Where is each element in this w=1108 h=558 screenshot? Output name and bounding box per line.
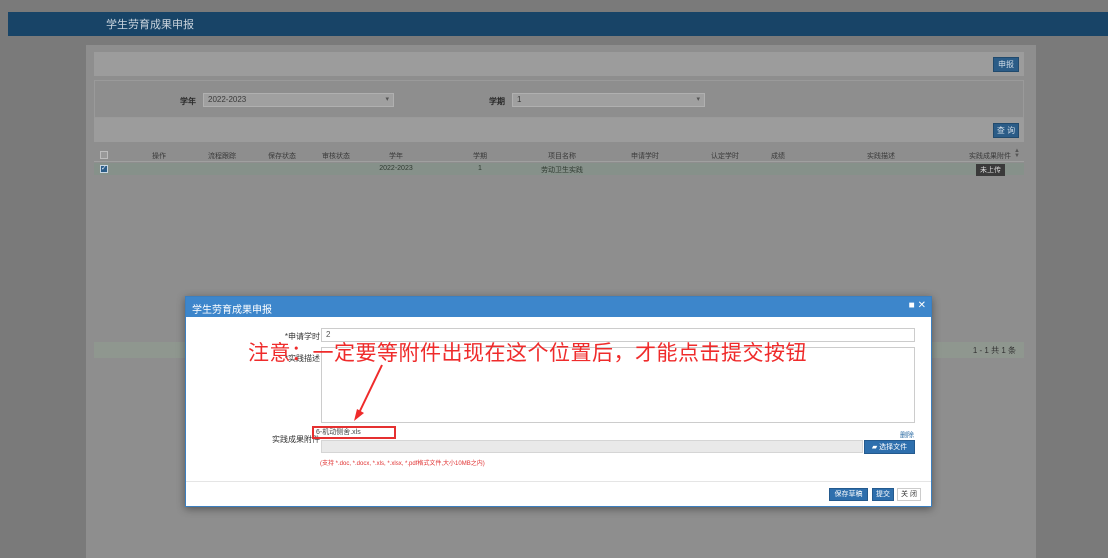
year-select-value: 2022-2023 xyxy=(208,95,247,104)
column-header: 成绩 xyxy=(771,153,785,160)
row-checkbox[interactable] xyxy=(100,164,108,173)
sort-icon[interactable]: ▲ ▼ xyxy=(1014,148,1020,159)
annotation-arrow xyxy=(354,364,383,421)
column-header: 项目名称 xyxy=(548,153,576,160)
chevron-down-icon: ▾ xyxy=(385,96,389,103)
column-header: 学期 xyxy=(473,153,487,160)
file-path-bar xyxy=(321,440,863,453)
column-header: 申请学时 xyxy=(631,153,659,160)
column-header: 保存状态 xyxy=(268,153,296,160)
cell-year: 2022-2023 xyxy=(379,165,413,172)
term-select[interactable]: 1 ▾ xyxy=(512,93,705,107)
pagination-info: 1 - 1 共 1 条 xyxy=(972,346,1016,355)
page-title: 学生劳育成果申报 xyxy=(106,19,194,31)
term-label: 学期 xyxy=(489,97,505,106)
select-all-checkbox[interactable] xyxy=(100,151,108,159)
cell-term: 1 xyxy=(478,165,482,172)
save-draft-button[interactable]: 保存草稿 xyxy=(829,488,868,501)
column-header: 学年 xyxy=(389,153,403,160)
folder-icon: ▰ xyxy=(871,444,878,451)
action-bar xyxy=(94,52,1024,76)
header-bar: 学生劳育成果申报 xyxy=(8,12,1108,36)
report-button[interactable]: 申报 xyxy=(993,57,1019,72)
column-header: 流程跟踪 xyxy=(208,153,236,160)
file-format-hint: (支持 *.doc, *.docx, *.xls, *.xlsx, *.pdf格… xyxy=(320,461,485,467)
column-header: 审核状态 xyxy=(322,153,350,160)
query-bar xyxy=(94,118,1024,142)
delete-link[interactable]: 删除 xyxy=(900,430,914,440)
report-modal: 学生劳育成果申报 ■ ✕ *申请学时 2 *实践描述 注意：一定要等附件出现在这个… xyxy=(185,296,932,507)
column-header: 操作 xyxy=(152,153,166,160)
submit-button[interactable]: 提交 xyxy=(872,488,894,501)
chevron-down-icon: ▾ xyxy=(696,96,700,103)
column-header: 实践成果附件 xyxy=(969,153,1011,160)
column-header: 实践描述 xyxy=(867,153,895,160)
query-button[interactable]: 查 询 xyxy=(993,123,1019,138)
year-label: 学年 xyxy=(180,97,196,106)
close-button[interactable]: 关 闭 xyxy=(897,488,921,501)
attachment-status-badge: 未上传 xyxy=(976,164,1005,176)
choose-file-label: 选择文件 xyxy=(879,444,908,451)
choose-file-button[interactable]: ▰ 选择文件 xyxy=(864,440,915,454)
table-header: 操作 流程跟踪 保存状态 审核状态 学年 学期 项目名称 申请学时 认定学时 成… xyxy=(94,148,1024,162)
year-select[interactable]: 2022-2023 ▾ xyxy=(203,93,394,107)
table-row[interactable]: 2022-2023 1 劳动卫生实践 未上传 xyxy=(94,163,1024,176)
cell-project: 劳动卫生实践 xyxy=(541,167,583,174)
uploaded-file-name: 6-机动侧舍.xls xyxy=(316,429,361,436)
term-select-value: 1 xyxy=(517,95,522,104)
column-header: 认定学时 xyxy=(711,153,739,160)
top-header: 学生劳育成果申报 xyxy=(0,0,1108,36)
attachment-label: 实践成果附件 xyxy=(272,435,320,444)
uploaded-file[interactable]: 6-机动侧舍.xls xyxy=(312,426,396,439)
modal-footer-divider xyxy=(186,481,931,482)
